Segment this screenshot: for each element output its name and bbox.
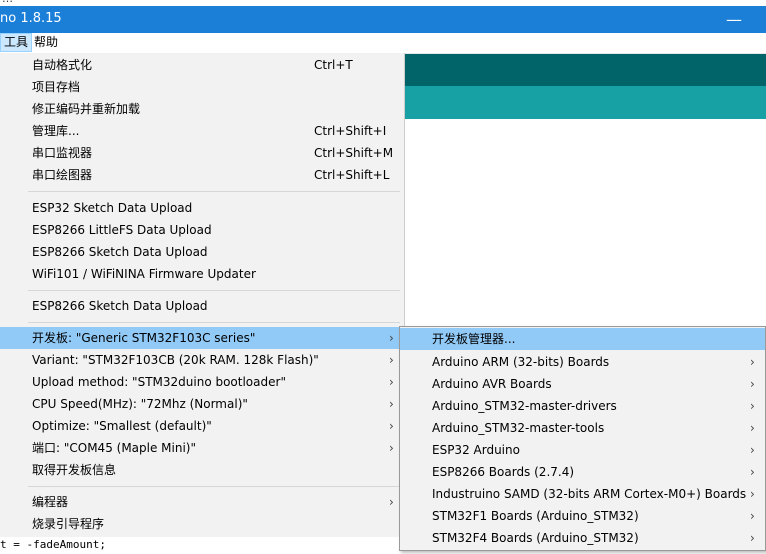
submenu-item-label: 开发板管理器...: [432, 332, 516, 346]
chevron-right-icon: ›: [389, 397, 394, 411]
menu-item-board[interactable]: 开发板: "Generic STM32F103C series" ›: [0, 327, 404, 349]
submenu-item-stm32f4-boards[interactable]: STM32F4 Boards (Arduino_STM32) ›: [400, 527, 765, 549]
menu-item-burn-bootloader[interactable]: 烧录引导程序: [0, 513, 404, 535]
submenu-item-label: Arduino ARM (32-bits) Boards: [432, 355, 610, 369]
menu-item-variant[interactable]: Variant: "STM32F103CB (20k RAM. 128k Fla…: [0, 349, 404, 371]
submenu-item-label: Arduino_STM32-master-drivers: [432, 399, 617, 413]
chevron-right-icon: ›: [389, 495, 394, 509]
submenu-item-industruino-samd[interactable]: Industruino SAMD (32-bits ARM Cortex-M0+…: [400, 483, 765, 505]
menu-item-optimize[interactable]: Optimize: "Smallest (default)" ›: [0, 415, 404, 437]
submenu-item-arduino-arm[interactable]: Arduino ARM (32-bits) Boards ›: [400, 351, 765, 373]
code-line-text: t = -fadeAmount;: [0, 538, 106, 551]
menu-separator: [28, 290, 400, 291]
chevron-right-icon: ›: [750, 399, 755, 413]
menu-item-auto-format[interactable]: 自动格式化 Ctrl+T: [0, 54, 404, 76]
menu-item-esp32-data-upload[interactable]: ESP32 Sketch Data Upload: [0, 197, 404, 219]
menu-item-label: 修正编码并重新加载: [32, 102, 141, 116]
top-strip-text: …: [2, 0, 13, 5]
chevron-right-icon: ›: [389, 375, 394, 389]
menu-item-wifi-firmware-updater[interactable]: WiFi101 / WiFiNINA Firmware Updater: [0, 263, 404, 285]
submenu-item-stm32-tools[interactable]: Arduino_STM32-master-tools ›: [400, 417, 765, 439]
menu-item-shortcut: Ctrl+T: [314, 58, 353, 72]
submenu-item-boards-manager[interactable]: 开发板管理器...: [400, 328, 765, 350]
submenu-item-label: Arduino AVR Boards: [432, 377, 552, 391]
submenu-item-arduino-avr[interactable]: Arduino AVR Boards ›: [400, 373, 765, 395]
chevron-right-icon: ›: [750, 509, 755, 523]
menu-item-label: 烧录引导程序: [32, 517, 105, 531]
menu-item-serial-monitor[interactable]: 串口监视器 Ctrl+Shift+M: [0, 142, 404, 164]
editor-tab-bar: [405, 86, 766, 119]
menu-bar: 工具 帮助: [0, 33, 766, 54]
menu-help[interactable]: 帮助: [31, 33, 61, 52]
menu-item-cpu-speed[interactable]: CPU Speed(MHz): "72Mhz (Normal)" ›: [0, 393, 404, 415]
menu-item-archive-sketch[interactable]: 项目存档: [0, 76, 404, 98]
menu-item-label: 编程器: [32, 495, 69, 509]
menu-item-label: WiFi101 / WiFiNINA Firmware Updater: [32, 267, 256, 281]
menu-separator: [28, 486, 400, 487]
menu-item-shortcut: Ctrl+Shift+I: [314, 124, 387, 138]
submenu-item-label: Arduino_STM32-master-tools: [432, 421, 605, 435]
menu-item-serial-plotter[interactable]: 串口绘图器 Ctrl+Shift+L: [0, 164, 404, 186]
chevron-right-icon: ›: [750, 487, 755, 501]
menu-separator: [28, 191, 400, 192]
menu-item-label: CPU Speed(MHz): "72Mhz (Normal)": [32, 397, 248, 411]
menu-item-label: 串口监视器: [32, 146, 93, 160]
menu-item-label: 自动格式化: [32, 58, 93, 72]
menu-item-label: 管理库...: [32, 124, 80, 138]
menu-item-label: ESP8266 Sketch Data Upload: [32, 299, 208, 313]
submenu-item-label: Industruino SAMD (32-bits ARM Cortex-M0+…: [432, 487, 747, 501]
submenu-item-label: ESP8266 Boards (2.7.4): [432, 465, 575, 479]
menu-item-label: Variant: "STM32F103CB (20k RAM. 128k Fla…: [32, 353, 319, 367]
menu-item-programmer[interactable]: 编程器 ›: [0, 491, 404, 513]
menu-item-label: 取得开发板信息: [32, 463, 117, 477]
minimize-icon[interactable]: —: [726, 10, 742, 29]
submenu-item-esp32-arduino[interactable]: ESP32 Arduino ›: [400, 439, 765, 461]
chevron-right-icon: ›: [750, 421, 755, 435]
menu-item-manage-libraries[interactable]: 管理库... Ctrl+Shift+I: [0, 120, 404, 142]
chevron-right-icon: ›: [389, 419, 394, 433]
submenu-item-label: STM32F1 Boards (Arduino_STM32): [432, 509, 639, 523]
chevron-right-icon: ›: [389, 441, 394, 455]
code-line: t = -fadeAmount;: [0, 537, 400, 554]
chevron-right-icon: ›: [389, 353, 394, 367]
menu-item-label: ESP8266 Sketch Data Upload: [32, 245, 208, 259]
menu-item-label: 串口绘图器: [32, 168, 93, 182]
menu-item-label: Optimize: "Smallest (default)": [32, 419, 212, 433]
board-submenu: 开发板管理器... Arduino ARM (32-bits) Boards ›…: [399, 326, 766, 551]
menu-item-label: 项目存档: [32, 80, 81, 94]
menu-item-esp8266-littlefs-upload[interactable]: ESP8266 LittleFS Data Upload: [0, 219, 404, 241]
menu-item-fix-encoding[interactable]: 修正编码并重新加载: [0, 98, 404, 120]
title-bar: no 1.8.15 —: [0, 6, 766, 33]
menu-tools[interactable]: 工具: [0, 33, 33, 52]
submenu-item-stm32f1-boards[interactable]: STM32F1 Boards (Arduino_STM32) ›: [400, 505, 765, 527]
chevron-right-icon: ›: [750, 377, 755, 391]
menu-item-label: 端口: "COM45 (Maple Mini)": [32, 441, 197, 455]
chevron-right-icon: ›: [389, 331, 394, 345]
menu-item-shortcut: Ctrl+Shift+M: [314, 146, 394, 160]
menu-item-label: Upload method: "STM32duino bootloader": [32, 375, 286, 389]
menu-item-esp8266-data-upload-2[interactable]: ESP8266 Sketch Data Upload: [0, 295, 404, 317]
chevron-right-icon: ›: [750, 465, 755, 479]
menu-item-label: ESP8266 LittleFS Data Upload: [32, 223, 212, 237]
menu-item-board-info[interactable]: 取得开发板信息: [0, 459, 404, 481]
menu-item-port[interactable]: 端口: "COM45 (Maple Mini)" ›: [0, 437, 404, 459]
menu-item-shortcut: Ctrl+Shift+L: [314, 168, 390, 182]
menu-item-esp8266-data-upload[interactable]: ESP8266 Sketch Data Upload: [0, 241, 404, 263]
submenu-item-label: STM32F4 Boards (Arduino_STM32): [432, 531, 639, 545]
submenu-item-stm32-drivers[interactable]: Arduino_STM32-master-drivers ›: [400, 395, 765, 417]
tools-menu: 自动格式化 Ctrl+T 项目存档 修正编码并重新加载 管理库... Ctrl+…: [0, 53, 405, 537]
chevron-right-icon: ›: [750, 355, 755, 369]
submenu-item-esp8266-boards[interactable]: ESP8266 Boards (2.7.4) ›: [400, 461, 765, 483]
menu-item-label: 开发板: "Generic STM32F103C series": [32, 331, 256, 345]
menu-item-label: ESP32 Sketch Data Upload: [32, 201, 193, 215]
window-title: no 1.8.15: [0, 11, 62, 26]
menu-separator: [28, 322, 400, 323]
chevron-right-icon: ›: [750, 531, 755, 545]
menu-item-upload-method[interactable]: Upload method: "STM32duino bootloader" ›: [0, 371, 404, 393]
editor-toolbar: [405, 54, 766, 86]
submenu-item-label: ESP32 Arduino: [432, 443, 520, 457]
chevron-right-icon: ›: [750, 443, 755, 457]
